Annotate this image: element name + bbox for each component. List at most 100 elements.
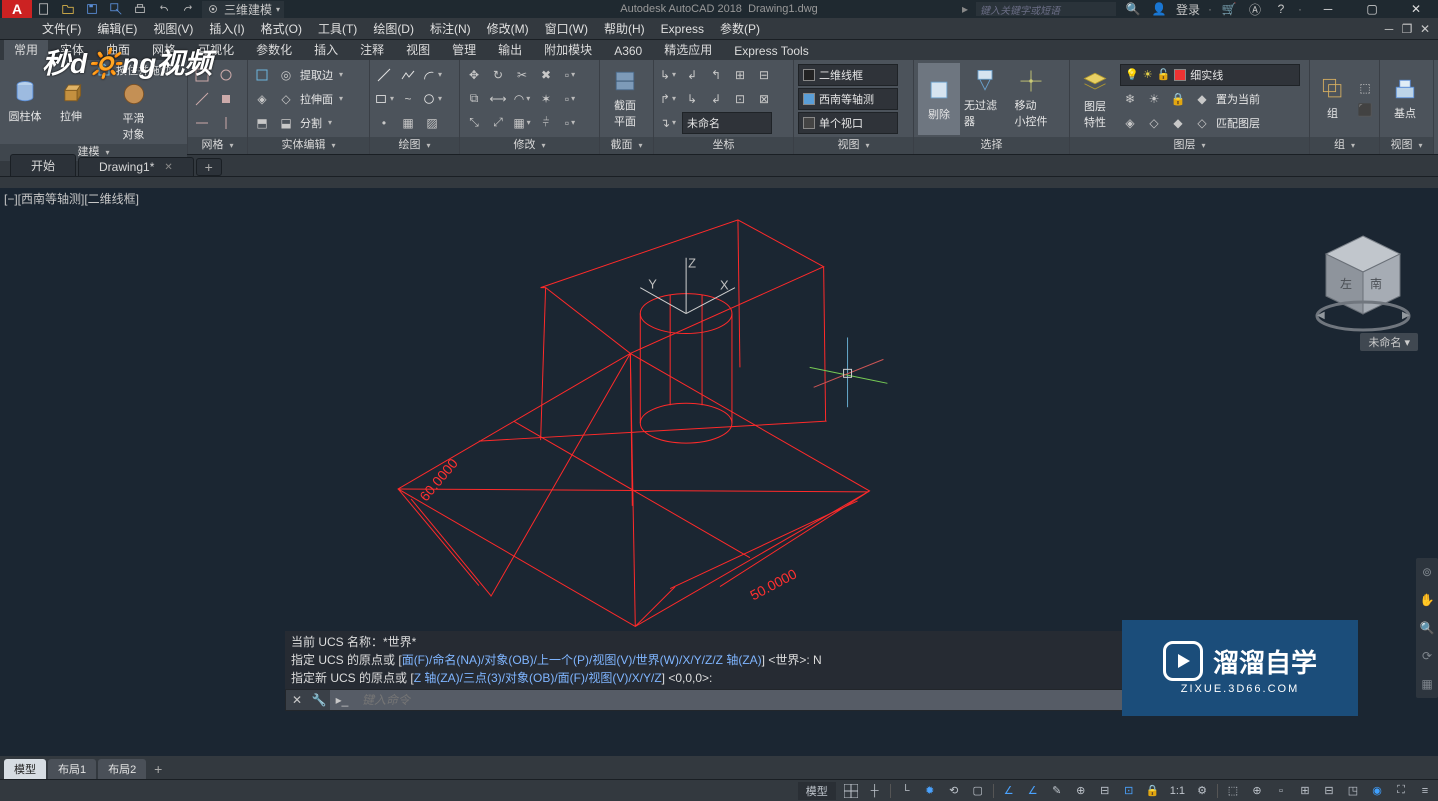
circle-icon[interactable] [422, 89, 442, 109]
layer-ico-5[interactable]: ◈ [1120, 113, 1140, 133]
menu-param[interactable]: 参数(P) [712, 18, 768, 40]
status-workspace-icon[interactable]: ⬚ [1224, 782, 1242, 800]
ribbon-tab-param[interactable]: 参数化 [246, 39, 302, 60]
panel-layer-title[interactable]: 图层 [1070, 137, 1309, 154]
status-hwaccel-icon[interactable]: ◉ [1368, 782, 1386, 800]
ucs-name-dropdown[interactable]: 未命名 [682, 112, 772, 134]
visual-style-dropdown[interactable]: 二维线框 [798, 64, 898, 86]
qat-saveas-icon[interactable] [106, 1, 126, 17]
arc-icon[interactable] [422, 65, 442, 85]
ucs-ico-11[interactable]: ↴ [658, 113, 678, 133]
status-lwt-icon[interactable]: ✎ [1048, 782, 1066, 800]
status-dyn-icon[interactable]: ⊡ [1120, 782, 1138, 800]
split-button[interactable]: 分割 [300, 115, 332, 131]
search-arrow-icon[interactable]: ▸ [962, 2, 968, 16]
ribbon-tab-visual[interactable]: 可视化 [188, 39, 244, 60]
solidedit-ico-1[interactable] [252, 65, 272, 85]
cmdline-close-icon[interactable]: ✕ [286, 693, 308, 707]
menu-view[interactable]: 视图(V) [145, 18, 201, 40]
ucs-ico-4[interactable]: ⊞ [730, 65, 750, 85]
mod-more-3[interactable]: ▫ [560, 113, 580, 133]
solidedit-ico-3[interactable]: ◈ [252, 89, 272, 109]
tab-model[interactable]: 模型 [4, 759, 46, 779]
nav-orbit-icon[interactable]: ⟳ [1416, 646, 1438, 666]
tab-add-button[interactable]: + [196, 158, 222, 176]
panel-modify-title[interactable]: 修改 [460, 137, 599, 154]
mesh-ico-4[interactable] [216, 89, 236, 109]
layer-ico-8[interactable]: ◇ [1192, 113, 1212, 133]
culling-button[interactable]: 剔除 [918, 63, 960, 135]
offset-icon[interactable]: ⫩ [536, 113, 556, 133]
layer-ico-2[interactable]: ☀ [1144, 89, 1164, 109]
status-scale-lock-icon[interactable]: 🔒 [1144, 782, 1162, 800]
ucs-ico-10[interactable]: ⊠ [754, 89, 774, 109]
viewcube[interactable]: 左 南 ◀ ▶ [1308, 218, 1418, 348]
ucs-ico-9[interactable]: ⊡ [730, 89, 750, 109]
status-annoscale[interactable]: 1:1 [1168, 782, 1187, 800]
ucs-ico-5[interactable]: ⊟ [754, 65, 774, 85]
mirror-icon[interactable]: ⟷ [488, 89, 508, 109]
ribbon-tab-annotate[interactable]: 注释 [350, 39, 394, 60]
qat-open-icon[interactable] [58, 1, 78, 17]
extrude-button[interactable]: 拉伸 [50, 66, 92, 138]
region-icon[interactable]: ▦ [398, 113, 418, 133]
panel-coord-title[interactable]: 坐标 [654, 137, 793, 154]
nofilter-button[interactable]: 无过滤器 [964, 63, 1006, 135]
gizmo-button[interactable]: 移动 小控件 [1010, 63, 1052, 135]
search-icon[interactable]: 🔍 [1124, 1, 1142, 17]
status-qp-icon[interactable]: ⊞ [1296, 782, 1314, 800]
ribbon-tab-mesh[interactable]: 网格 [142, 39, 186, 60]
menu-express[interactable]: Express [653, 18, 712, 40]
extract-edges-button[interactable]: 提取边 [300, 67, 343, 83]
status-iso-icon[interactable]: ◳ [1344, 782, 1362, 800]
spline-icon[interactable]: ~ [398, 89, 418, 109]
status-transparency-icon[interactable]: ⊕ [1072, 782, 1090, 800]
panel-viewright-title[interactable]: 视图 [1380, 137, 1433, 154]
help-icon[interactable]: ? [1272, 1, 1290, 17]
status-polar-icon[interactable]: ✹ [921, 782, 939, 800]
stretch-icon[interactable]: ⤡ [464, 113, 484, 133]
fillet-icon[interactable]: ◠ [512, 89, 532, 109]
ribbon-tab-addins[interactable]: 附加模块 [534, 39, 602, 60]
doc-restore-icon[interactable]: ❐ [1398, 21, 1416, 37]
signin-icon[interactable]: 👤 [1150, 1, 1168, 17]
ribbon-tab-manage[interactable]: 管理 [442, 39, 486, 60]
ribbon-tab-featured[interactable]: 精选应用 [654, 39, 722, 60]
exchange-icon[interactable]: 🛒 [1220, 1, 1238, 17]
rect-icon[interactable] [374, 89, 394, 109]
layer-dropdown[interactable]: 💡☀🔓细实线 [1120, 64, 1300, 86]
menu-file[interactable]: 文件(F) [34, 18, 89, 40]
panel-draw-title[interactable]: 绘图 [370, 137, 459, 154]
menu-format[interactable]: 格式(O) [253, 18, 310, 40]
close-button[interactable]: ✕ [1398, 0, 1434, 18]
layer-ico-4[interactable]: ◆ [1192, 89, 1212, 109]
viewport-dropdown[interactable]: 单个视口 [798, 112, 898, 134]
group-button[interactable]: 组 [1314, 63, 1351, 135]
tab-layout1[interactable]: 布局1 [48, 759, 96, 779]
group-ico-2[interactable]: ⬛ [1355, 100, 1375, 120]
panel-solidedit-title[interactable]: 实体编辑 [248, 137, 369, 154]
cylinder-button[interactable]: 圆柱体 [4, 66, 46, 138]
status-annomonitor-icon[interactable]: ⊕ [1248, 782, 1266, 800]
qat-redo-icon[interactable] [178, 1, 198, 17]
ribbon-tab-surface[interactable]: 曲面 [96, 39, 140, 60]
solidedit-ico-5[interactable]: ⬒ [252, 113, 272, 133]
ucs-ico-8[interactable]: ↲ [706, 89, 726, 109]
ribbon-tab-express[interactable]: Express Tools [724, 42, 818, 60]
ribbon-tab-output[interactable]: 输出 [488, 39, 532, 60]
solidedit-ico-2[interactable]: ◎ [276, 65, 296, 85]
nav-zoom-icon[interactable]: 🔍 [1416, 618, 1438, 638]
tab-start[interactable]: 开始 [10, 154, 76, 176]
layer-ico-7[interactable]: ◆ [1168, 113, 1188, 133]
qat-save-icon[interactable] [82, 1, 102, 17]
tab-layout2[interactable]: 布局2 [98, 759, 146, 779]
menu-draw[interactable]: 绘图(D) [365, 18, 422, 40]
mesh-ico-6[interactable] [216, 113, 236, 133]
maximize-button[interactable]: ▢ [1354, 0, 1390, 18]
panel-section-title[interactable]: 截面 [600, 137, 653, 154]
mesh-ico-5[interactable] [192, 113, 212, 133]
move-icon[interactable]: ✥ [464, 65, 484, 85]
status-lockui-icon[interactable]: ⊟ [1320, 782, 1338, 800]
status-cycling-icon[interactable]: ⊟ [1096, 782, 1114, 800]
status-3dosnap-icon[interactable]: ∠ [1000, 782, 1018, 800]
